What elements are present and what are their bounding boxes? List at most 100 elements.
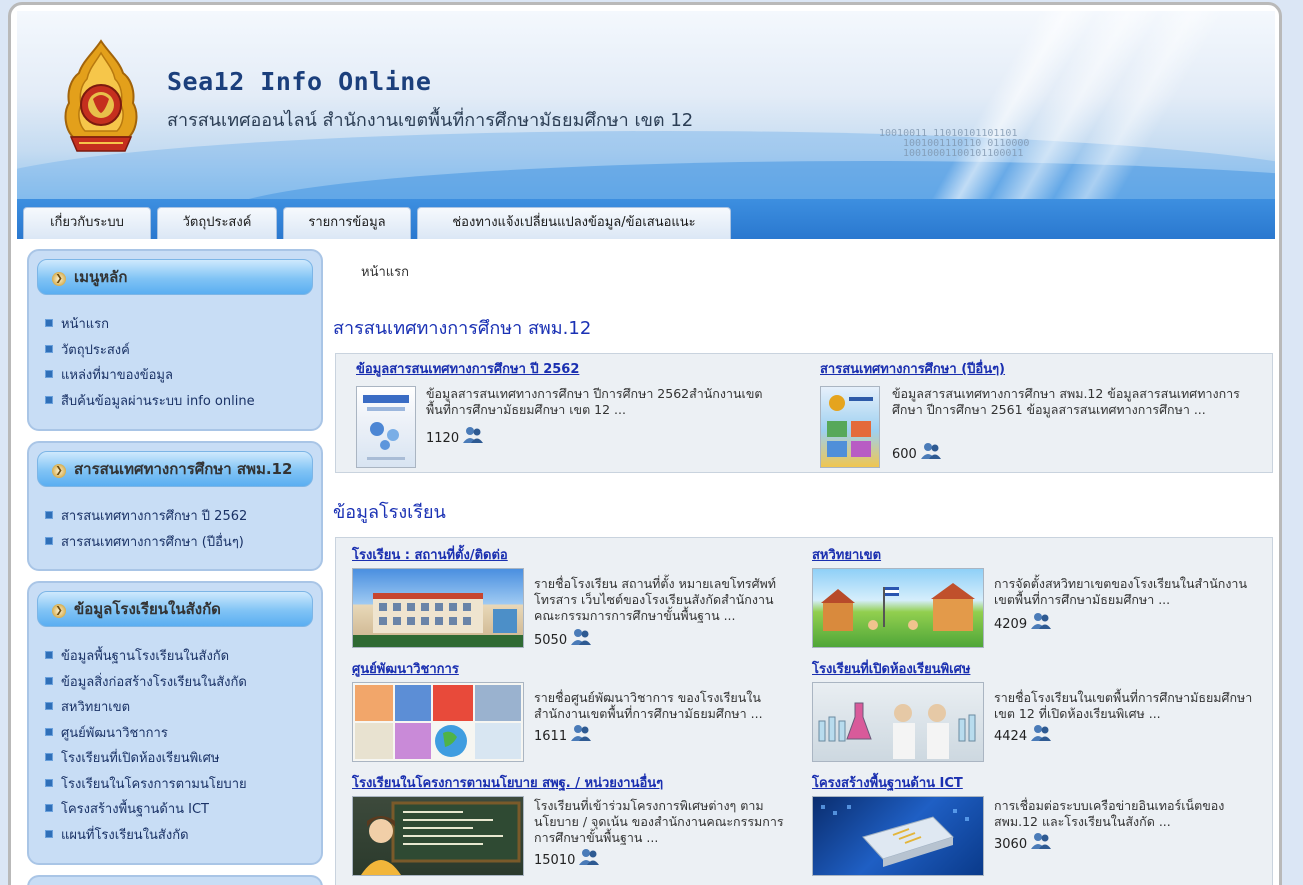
header-light-beams xyxy=(855,11,1275,199)
bullet-icon xyxy=(45,753,53,761)
nav-tab-data-list[interactable]: รายการข้อมูล xyxy=(283,207,411,239)
bullet-icon xyxy=(45,651,53,659)
sidebar-main-menu-list: หน้าแรก วัตถุประสงค์ แหล่งที่มาของข้อมูล… xyxy=(37,295,313,415)
view-count-value: 1120 xyxy=(426,431,460,446)
special-classes-thumbnail[interactable] xyxy=(812,682,984,762)
sidebar-box-title: เมนูหลัก xyxy=(74,268,128,286)
users-icon xyxy=(579,849,600,865)
view-count-value: 600 xyxy=(892,447,917,462)
breadcrumb[interactable]: หน้าแรก xyxy=(361,261,409,282)
sidebar-item-label: โรงเรียนที่เปิดห้องเรียนพิเศษ xyxy=(61,751,220,766)
sidebar-item-policy-projects[interactable]: โรงเรียนในโครงการตามนโยบาย xyxy=(45,773,313,799)
sidebar-item-label: ข้อมูลสิ่งก่อสร้างโรงเรียนในสังกัด xyxy=(61,674,247,690)
card-view-count: 4424 xyxy=(994,724,1052,744)
nav-tab-feedback[interactable]: ช่องทางแจ้งเปลี่ยนแปลงข้อมูล/ข้อเสนอแนะ xyxy=(417,207,731,239)
bullet-icon xyxy=(45,676,53,685)
card-ict-infrastructure: โครงสร้างพื้นฐานด้าน ICT การเชื่อมต่อระบ… xyxy=(812,772,1262,880)
card-edu-other: สารสนเทศทางการศึกษา (ปีอื่นๆ) ข้อมูลสารส… xyxy=(820,358,1260,470)
sidebar-item-label: วัตถุประสงค์ xyxy=(61,342,130,358)
users-icon xyxy=(1031,725,1052,741)
view-count-value: 3060 xyxy=(994,837,1028,852)
network-cable-icon xyxy=(821,805,969,867)
users-icon xyxy=(1031,613,1052,629)
card-title-link[interactable]: โรงเรียนที่เปิดห้องเรียนพิเศษ xyxy=(812,658,1262,679)
sidebar-item-label: โครงสร้างพื้นฐานด้าน ICT xyxy=(61,802,210,817)
card-title-link[interactable]: โรงเรียน : สถานที่ตั้ง/ติดต่อ xyxy=(352,544,802,565)
sidebar-item-label: สารสนเทศทางการศึกษา (ปีอื่นๆ) xyxy=(61,534,244,550)
bullet-icon xyxy=(45,395,53,404)
view-count-value: 4209 xyxy=(994,617,1028,632)
sidebar-item-label: สารสนเทศทางการศึกษา ปี 2562 xyxy=(61,509,248,524)
sidebar-item-label: แผนที่โรงเรียนในสังกัด xyxy=(61,827,189,843)
card-view-count: 15010 xyxy=(534,848,600,868)
academic-centers-thumbnail[interactable] xyxy=(352,682,524,762)
sidebar-item-label: สหวิทยาเขต xyxy=(61,700,131,715)
school-building-thumbnail[interactable] xyxy=(352,568,524,648)
site-title: Sea12 Info Online xyxy=(167,67,432,96)
card-title-link[interactable]: ศูนย์พัฒนาวิชาการ xyxy=(352,658,802,679)
card-title-link[interactable]: โรงเรียนในโครงการตามนโยบาย สพฐ. / หน่วยง… xyxy=(352,772,802,793)
bullet-icon xyxy=(45,319,53,327)
site-header: 10010011 11010101101101 1001001110110 011… xyxy=(17,11,1275,199)
bullet-icon xyxy=(45,344,53,353)
card-school-clusters: สหวิทยาเขต การจัดตั้งสหวิทยาเขตของโรงเรี… xyxy=(812,544,1262,652)
sidebar-main-menu: ❯ เมนูหลัก หน้าแรก วัตถุประสงค์ แหล่งที่ม… xyxy=(27,249,323,431)
document-cover-icon xyxy=(363,395,409,460)
left-sidebar: ❯ เมนูหลัก หน้าแรก วัตถุประสงค์ แหล่งที่ม… xyxy=(27,249,323,885)
card-policy-projects: โรงเรียนในโครงการตามนโยบาย สพฐ. / หน่วยง… xyxy=(352,772,802,880)
card-title-link[interactable]: สหวิทยาเขต xyxy=(812,544,1262,565)
card-title-link[interactable]: ข้อมูลสารสนเทศทางการศึกษา ปี 2562 xyxy=(356,358,796,379)
sidebar-item-special-classes[interactable]: โรงเรียนที่เปิดห้องเรียนพิเศษ xyxy=(45,747,313,773)
sidebar-item-label: ศูนย์พัฒนาวิชาการ xyxy=(61,725,168,741)
sidebar-item-label: ข้อมูลพื้นฐานโรงเรียนในสังกัด xyxy=(61,649,230,664)
sidebar-box-title: ข้อมูลโรงเรียนในสังกัด xyxy=(74,600,221,618)
edu-other-thumbnail[interactable] xyxy=(820,386,880,468)
users-icon xyxy=(463,427,484,443)
sidebar-item-school-map[interactable]: แผนที่โรงเรียนในสังกัด xyxy=(45,824,313,850)
bullet-icon xyxy=(45,370,53,378)
card-title-link[interactable]: โครงสร้างพื้นฐานด้าน ICT xyxy=(812,772,1262,793)
nav-tab-objectives[interactable]: วัตถุประสงค์ xyxy=(157,207,277,239)
sidebar-item-school-clusters[interactable]: สหวิทยาเขต xyxy=(45,696,313,722)
card-school-location: โรงเรียน : สถานที่ตั้ง/ติดต่อ รายชื่อโรง… xyxy=(352,544,802,652)
school-clusters-thumbnail[interactable] xyxy=(812,568,984,648)
sidebar-item-objectives[interactable]: วัตถุประสงค์ xyxy=(45,339,313,365)
school-photo-icon xyxy=(353,593,523,647)
card-edu-2562: ข้อมูลสารสนเทศทางการศึกษา ปี 2562 ข้อมูล… xyxy=(356,358,796,470)
card-description: รายชื่อศูนย์พัฒนาวิชาการ ของโรงเรียนในสำ… xyxy=(534,690,763,721)
section-title-edu-info: สารสนเทศทางการศึกษา สพม.12 xyxy=(333,318,592,339)
view-count-value: 4424 xyxy=(994,729,1028,744)
sidebar-item-ict[interactable]: โครงสร้างพื้นฐานด้าน ICT xyxy=(45,798,313,824)
sidebar-edu-info: ❯ สารสนเทศทางการศึกษา สพม.12 สารสนเทศทางก… xyxy=(27,441,323,571)
card-special-classes: โรงเรียนที่เปิดห้องเรียนพิเศษ รายชื่อโรง… xyxy=(812,658,1262,766)
page-frame: 10010011 11010101101101 1001001110110 011… xyxy=(8,2,1282,885)
nav-tab-about[interactable]: เกี่ยวกับระบบ xyxy=(23,207,151,239)
sidebar-item-edu-other[interactable]: สารสนเทศทางการศึกษา (ปีอื่นๆ) xyxy=(45,531,313,557)
bullet-icon xyxy=(45,511,53,519)
site-subtitle: สารสนเทศออนไลน์ สำนักงานเขตพื้นที่การศึก… xyxy=(167,110,694,131)
header-binary-text: 10010011 11010101101101 1001001110110 011… xyxy=(879,129,1029,159)
card-title-link[interactable]: สารสนเทศทางการศึกษา (ปีอื่นๆ) xyxy=(820,358,1260,379)
sidebar-item-edu-2562[interactable]: สารสนเทศทางการศึกษา ปี 2562 xyxy=(45,505,313,531)
sidebar-item-school-basic[interactable]: ข้อมูลพื้นฐานโรงเรียนในสังกัด xyxy=(45,645,313,671)
view-count-value: 1611 xyxy=(534,729,568,744)
policy-projects-thumbnail[interactable] xyxy=(352,796,524,876)
sidebar-school-info: ❯ ข้อมูลโรงเรียนในสังกัด ข้อมูลพื้นฐานโรง… xyxy=(27,581,323,865)
card-description: โรงเรียนที่เข้าร่วมโครงการพิเศษต่างๆ ตาม… xyxy=(534,798,784,845)
sidebar-item-label: สืบค้นข้อมูลผ่านระบบ info online xyxy=(61,393,255,409)
sidebar-item-search[interactable]: สืบค้นข้อมูลผ่านระบบ info online xyxy=(45,390,313,416)
school-cartoon-icon xyxy=(821,583,975,631)
sidebar-item-school-buildings[interactable]: ข้อมูลสิ่งก่อสร้างโรงเรียนในสังกัด xyxy=(45,671,313,697)
edu-report-thumbnail[interactable] xyxy=(356,386,416,468)
users-icon xyxy=(571,629,592,645)
ict-thumbnail[interactable] xyxy=(812,796,984,876)
sidebar-item-academic-centers[interactable]: ศูนย์พัฒนาวิชาการ xyxy=(45,722,313,748)
section-title-school-info: ข้อมูลโรงเรียน xyxy=(333,502,446,523)
sidebar-item-home[interactable]: หน้าแรก xyxy=(45,313,313,339)
sidebar-item-label: แหล่งที่มาของข้อมูล xyxy=(61,368,173,383)
card-view-count: 1120 xyxy=(426,426,484,446)
sidebar-item-data-sources[interactable]: แหล่งที่มาของข้อมูล xyxy=(45,364,313,390)
users-icon xyxy=(920,443,941,459)
bullet-icon xyxy=(45,778,53,787)
users-icon xyxy=(1031,833,1052,849)
